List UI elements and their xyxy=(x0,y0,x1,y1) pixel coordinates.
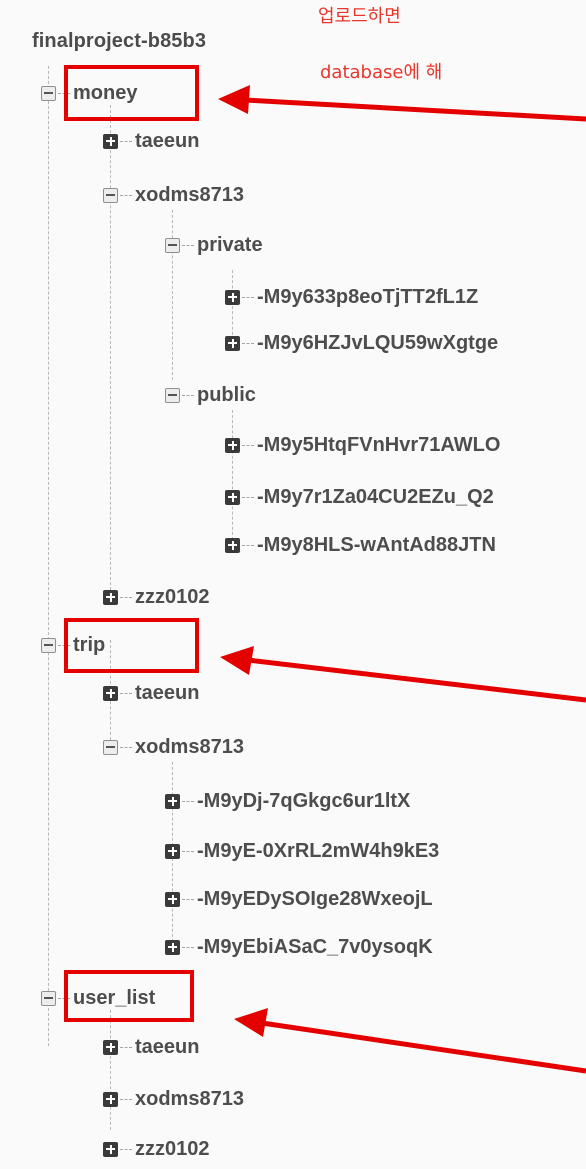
arrow-icon xyxy=(218,85,586,122)
arrow-icon xyxy=(234,1008,586,1074)
annotation-arrows xyxy=(218,85,586,1074)
arrow-icon xyxy=(220,646,586,703)
database-tree-panel: finalproject-b85b3 업로드하면 database에 해 mon… xyxy=(0,0,586,1169)
